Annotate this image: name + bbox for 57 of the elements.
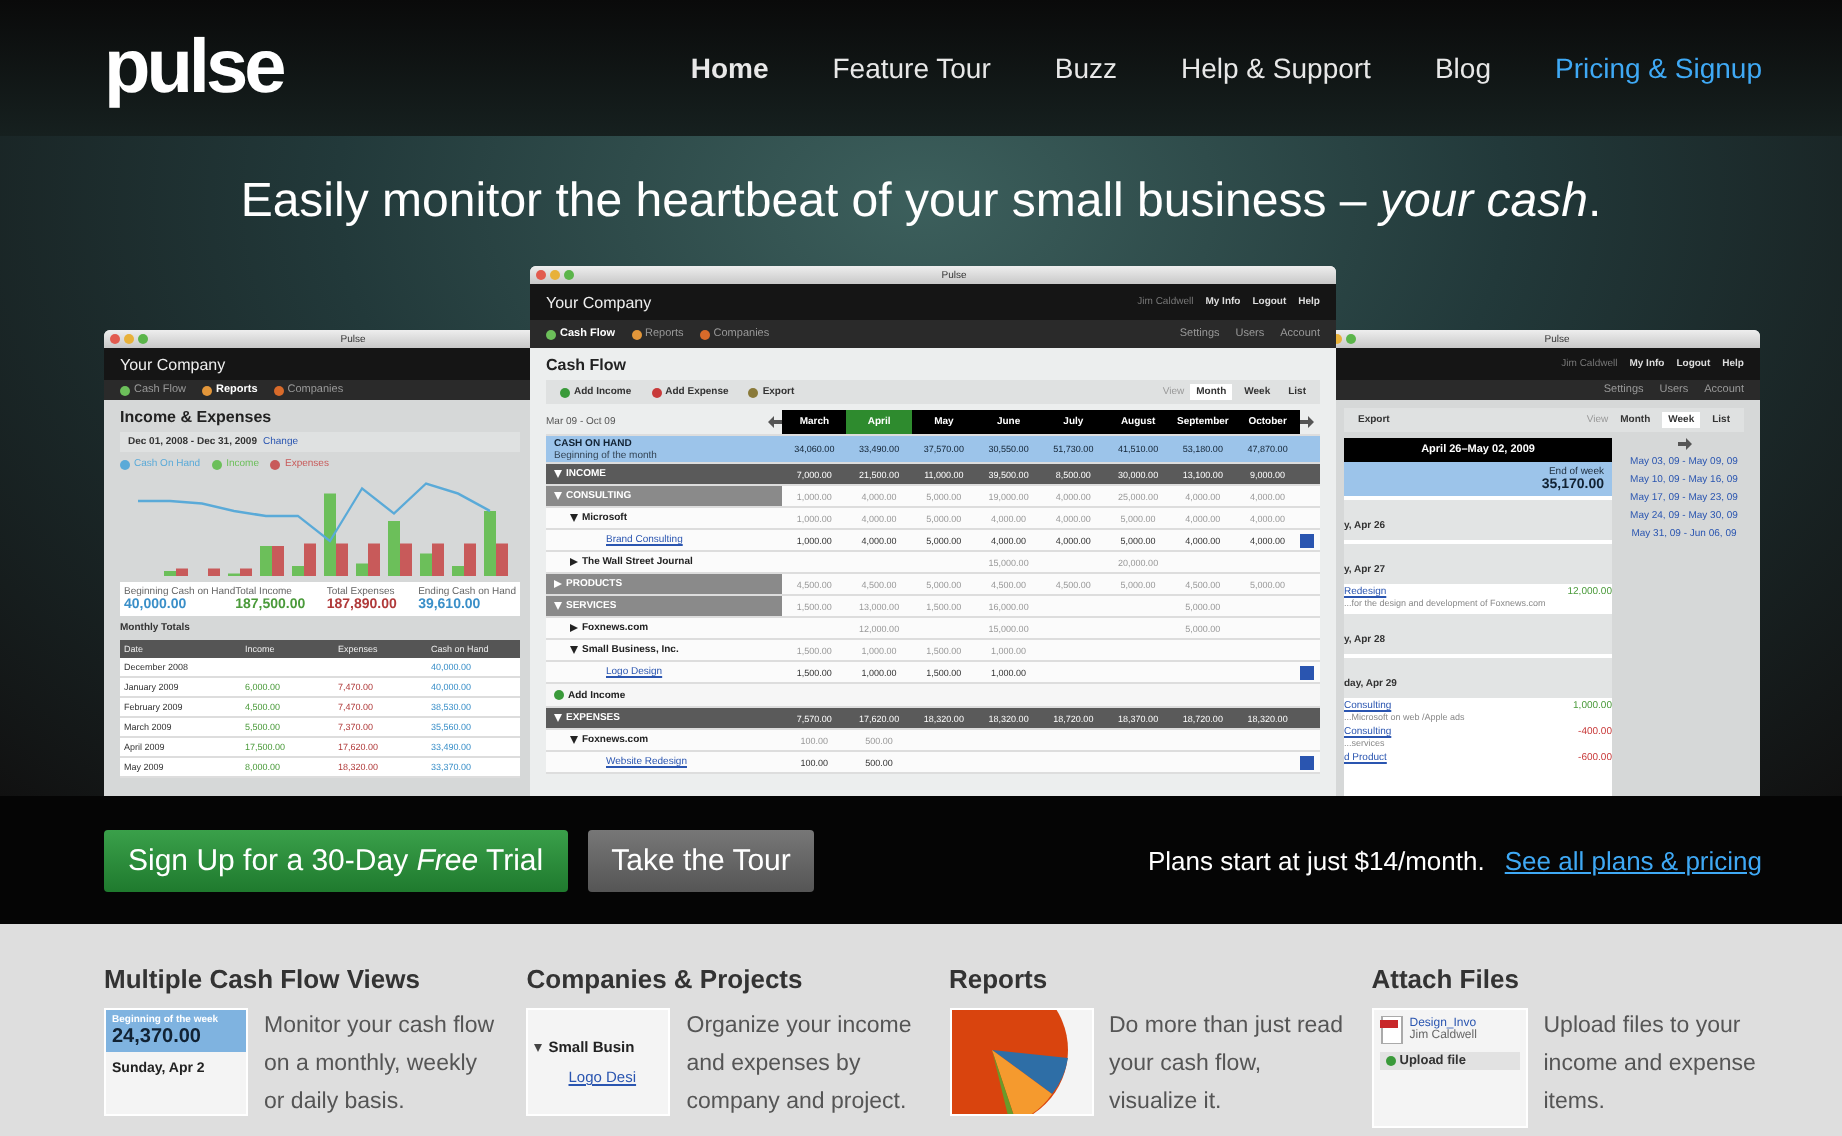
tab-icon [546,329,556,339]
feature-text: Monitor your cash flow on a monthly, weekly or daily basis. [264,1012,497,1118]
close-icon[interactable] [110,334,120,344]
feature-text: Upload files to your income and expense items. [1543,1012,1758,1118]
checkbox[interactable] [1300,533,1314,547]
expanded-triangle-icon [554,470,562,478]
expanded-triangle-icon [534,1043,543,1051]
feature-title: Multiple Cash Flow Views [104,964,422,994]
minimize-icon[interactable] [1332,334,1342,344]
thumb-value: 24,370.00 [112,1026,203,1048]
collapsed-triangle-icon [570,624,578,632]
nav-link[interactable]: Buzz [1054,52,1117,84]
action-icon [748,387,759,397]
right-arrow-icon[interactable] [1677,438,1691,450]
company-name: Your Company [546,293,652,311]
nav-link[interactable]: Blog [1434,52,1491,84]
expanded-triangle-icon [554,492,562,500]
pricing-link[interactable]: See all plans & pricing [1504,845,1762,875]
action-icon [651,387,662,397]
checkbox[interactable] [1300,665,1314,679]
feature-title: Reports [949,964,1050,994]
expanded-triangle-icon [570,646,578,654]
left-arrow-icon[interactable] [768,416,782,428]
logo[interactable]: pulse [104,25,283,111]
tab-icon [699,329,710,339]
action-icon [560,387,570,397]
feature-title: Companies & Projects [526,964,805,994]
expanded-triangle-icon [554,714,562,722]
page-title: Cash Flow [546,356,629,374]
nav-link[interactable]: Feature Tour [832,52,991,84]
feature-title: Attach Files [1371,964,1521,994]
nav-link[interactable]: Home [690,52,769,84]
feature-text: Do more than just read your cash flow, visualize it. [1109,1012,1345,1118]
tab-icon [631,329,642,339]
close-icon[interactable] [536,270,546,280]
nav-link[interactable]: Help & Support [1181,52,1371,84]
pdf-file-icon [1379,1016,1404,1044]
pricing-note: Plans start at just $14/month. [1147,845,1485,875]
checkbox[interactable] [1300,755,1314,769]
tour-button[interactable]: Take the Tour [587,829,815,891]
nav-link[interactable]: Pricing & Signup [1554,52,1762,84]
headline: Easily monitor the heartbeat of your small business – your cash. [238,172,1604,232]
company-name: Your Company [120,355,226,373]
page-title: Income & Expenses [120,408,274,426]
tab-icon [273,385,284,395]
signup-button[interactable]: Sign Up for a 30-Day Free Trial [104,829,568,891]
add-icon [554,690,564,700]
add-icon [1385,1056,1396,1066]
expanded-triangle-icon [570,514,578,522]
collapsed-triangle-icon [570,558,578,566]
tab-icon [201,385,212,395]
collapsed-triangle-icon [554,580,562,588]
expanded-triangle-icon [570,736,578,744]
feature-text: Organize your income and expenses by company and project. [686,1012,914,1118]
right-arrow-icon[interactable] [1300,416,1314,428]
tab-icon [120,385,130,395]
expanded-triangle-icon [554,602,562,610]
